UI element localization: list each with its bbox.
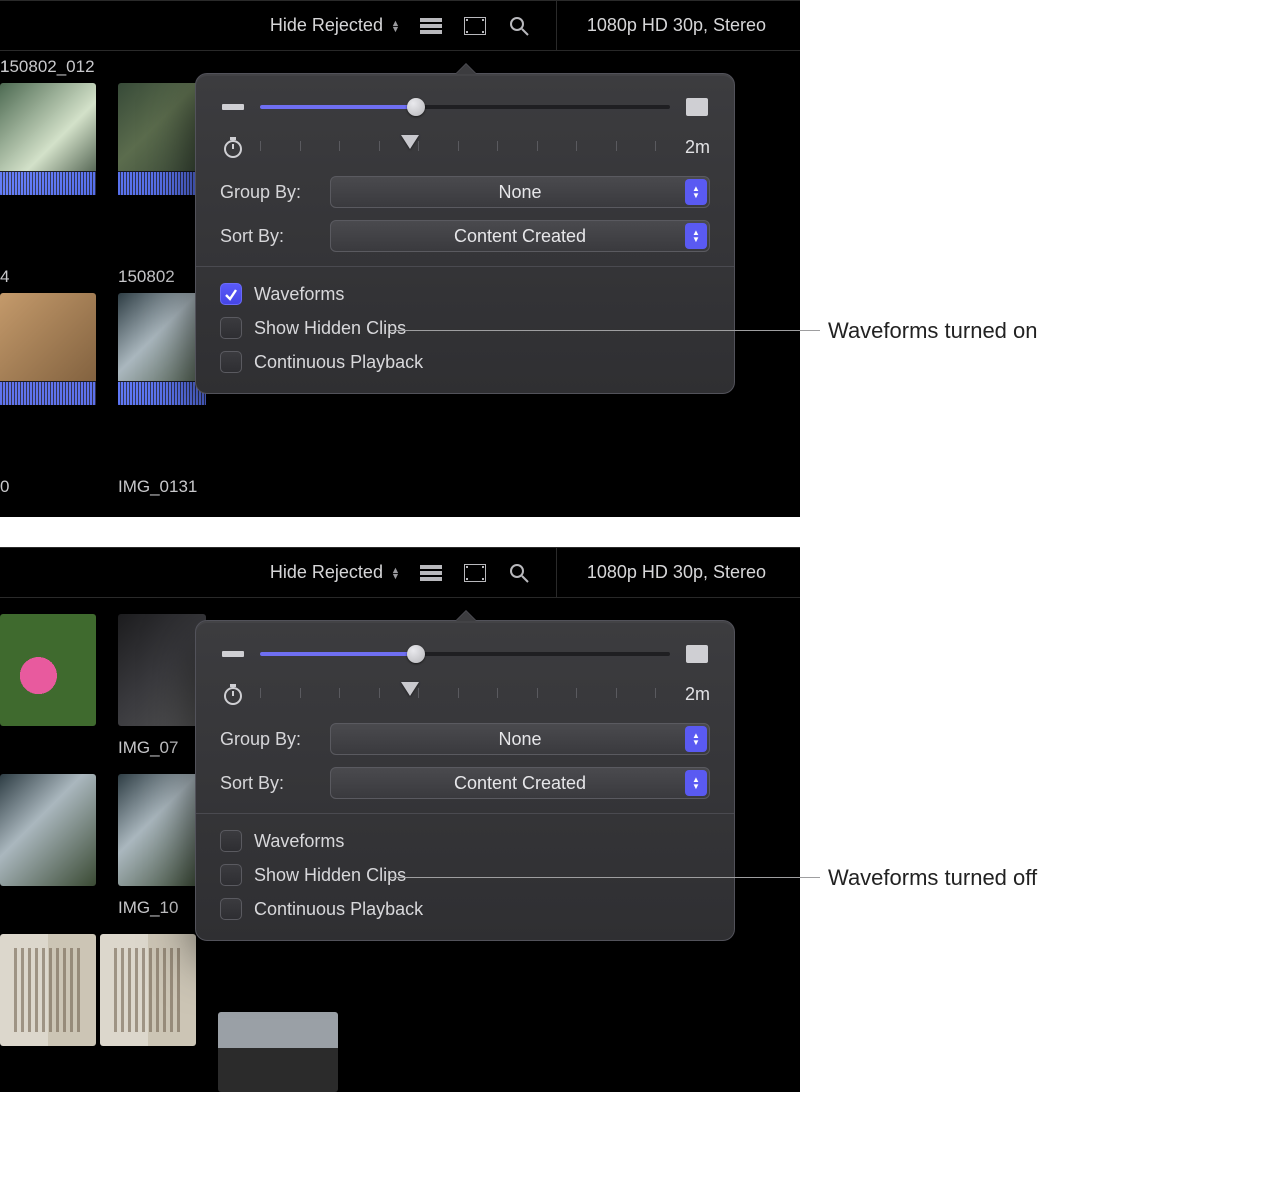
stopwatch-icon (220, 136, 246, 158)
continuous-playback-label: Continuous Playback (254, 352, 423, 373)
clip-height-large-icon (684, 98, 710, 116)
popover-arrow (456, 64, 476, 74)
callout-text: Waveforms turned off (828, 865, 1037, 891)
filter-label: Hide Rejected (270, 562, 383, 583)
duration-slider[interactable] (260, 136, 656, 158)
show-hidden-clips-checkbox[interactable] (220, 864, 242, 886)
clip-label: 4 (0, 267, 9, 287)
group-by-label: Group By: (220, 182, 316, 203)
clip-thumbnail[interactable] (118, 83, 206, 195)
slider-thumb[interactable] (401, 135, 419, 149)
slider-thumb[interactable] (407, 98, 425, 116)
slider-thumb[interactable] (401, 682, 419, 696)
sort-by-value: Content Created (454, 773, 586, 794)
format-status: 1080p HD 30p, Stereo (581, 15, 782, 36)
sort-by-label: Sort By: (220, 226, 316, 247)
select-arrows-icon: ▲▼ (685, 770, 707, 796)
clip-appearance-popover: 2m Group By: None ▲▼ Sort By: Content Cr… (195, 73, 735, 394)
screenshot-top: Hide Rejected ▲▼ 1080p HD 30p, Stereo 1 … (0, 0, 800, 517)
show-hidden-clips-checkbox[interactable] (220, 317, 242, 339)
clip-thumbnail[interactable] (0, 83, 96, 195)
clip-height-slider[interactable] (260, 643, 670, 665)
clip-thumbnail[interactable] (0, 934, 96, 1046)
select-arrows-icon: ▲▼ (685, 223, 707, 249)
clip-height-slider[interactable] (260, 96, 670, 118)
clip-thumbnail[interactable] (118, 293, 206, 405)
select-arrows-icon: ▲▼ (685, 179, 707, 205)
stopwatch-icon (220, 683, 246, 705)
waveform (118, 171, 206, 195)
waveform (118, 381, 206, 405)
clip-height-small-icon (220, 648, 246, 660)
group-by-value: None (498, 182, 541, 203)
clip-height-large-icon (684, 645, 710, 663)
clip-label: IMG_07 (118, 738, 178, 758)
filter-label: Hide Rejected (270, 15, 383, 36)
clip-label: 0 (0, 477, 9, 497)
callout-text: Waveforms turned on (828, 318, 1038, 344)
clip-label: 150802 (118, 267, 175, 287)
waveforms-checkbox[interactable] (220, 830, 242, 852)
group-by-select[interactable]: None ▲▼ (330, 176, 710, 208)
list-view-icon[interactable] (418, 13, 444, 39)
popover-arrow (456, 611, 476, 621)
clip-appearance-popover: 2m Group By: None ▲▼ Sort By: Content Cr… (195, 620, 735, 941)
chevrons-updown-icon: ▲▼ (391, 20, 400, 32)
callout-leader-line (390, 330, 820, 331)
waveform (0, 381, 96, 405)
continuous-playback-checkbox[interactable] (220, 898, 242, 920)
clip-thumbnail[interactable] (118, 774, 206, 886)
filmstrip-view-icon[interactable] (462, 560, 488, 586)
clip-thumbnail[interactable] (100, 934, 196, 1046)
clip-label: IMG_0131 (118, 477, 197, 497)
toolbar-divider (556, 548, 557, 598)
show-hidden-clips-label: Show Hidden Clips (254, 318, 406, 339)
sort-by-value: Content Created (454, 226, 586, 247)
clip-label: IMG_10 (118, 898, 178, 918)
chevrons-updown-icon: ▲▼ (391, 567, 400, 579)
filter-dropdown[interactable]: Hide Rejected ▲▼ (270, 562, 400, 583)
clip-thumbnail[interactable] (118, 614, 206, 726)
toolbar: Hide Rejected ▲▼ 1080p HD 30p, Stereo (0, 1, 800, 51)
waveforms-checkbox[interactable] (220, 283, 242, 305)
toolbar: Hide Rejected ▲▼ 1080p HD 30p, Stereo (0, 548, 800, 598)
slider-thumb[interactable] (407, 645, 425, 663)
callout-leader-line (390, 877, 820, 878)
list-view-icon[interactable] (418, 560, 444, 586)
clip-label: 150802_012 (0, 57, 95, 77)
clip-thumbnail[interactable] (218, 1012, 338, 1092)
clip-thumbnail[interactable] (0, 614, 96, 726)
clip-thumbnail[interactable] (0, 774, 96, 886)
group-by-select[interactable]: None ▲▼ (330, 723, 710, 755)
duration-value: 2m (670, 137, 710, 158)
group-by-value: None (498, 729, 541, 750)
filmstrip-view-icon[interactable] (462, 13, 488, 39)
clip-height-small-icon (220, 101, 246, 113)
continuous-playback-label: Continuous Playback (254, 899, 423, 920)
waveform (0, 171, 96, 195)
waveforms-label: Waveforms (254, 284, 344, 305)
divider (196, 266, 734, 267)
duration-value: 2m (670, 684, 710, 705)
select-arrows-icon: ▲▼ (685, 726, 707, 752)
divider (196, 813, 734, 814)
search-icon[interactable] (506, 560, 532, 586)
sort-by-select[interactable]: Content Created ▲▼ (330, 767, 710, 799)
screenshot-bottom: Hide Rejected ▲▼ 1080p HD 30p, Stereo IM… (0, 547, 800, 1092)
continuous-playback-checkbox[interactable] (220, 351, 242, 373)
search-icon[interactable] (506, 13, 532, 39)
clip-thumbnail[interactable] (0, 293, 96, 405)
sort-by-label: Sort By: (220, 773, 316, 794)
sort-by-select[interactable]: Content Created ▲▼ (330, 220, 710, 252)
group-by-label: Group By: (220, 729, 316, 750)
duration-slider[interactable] (260, 683, 656, 705)
filter-dropdown[interactable]: Hide Rejected ▲▼ (270, 15, 400, 36)
waveforms-label: Waveforms (254, 831, 344, 852)
format-status: 1080p HD 30p, Stereo (581, 562, 782, 583)
toolbar-divider (556, 1, 557, 51)
show-hidden-clips-label: Show Hidden Clips (254, 865, 406, 886)
